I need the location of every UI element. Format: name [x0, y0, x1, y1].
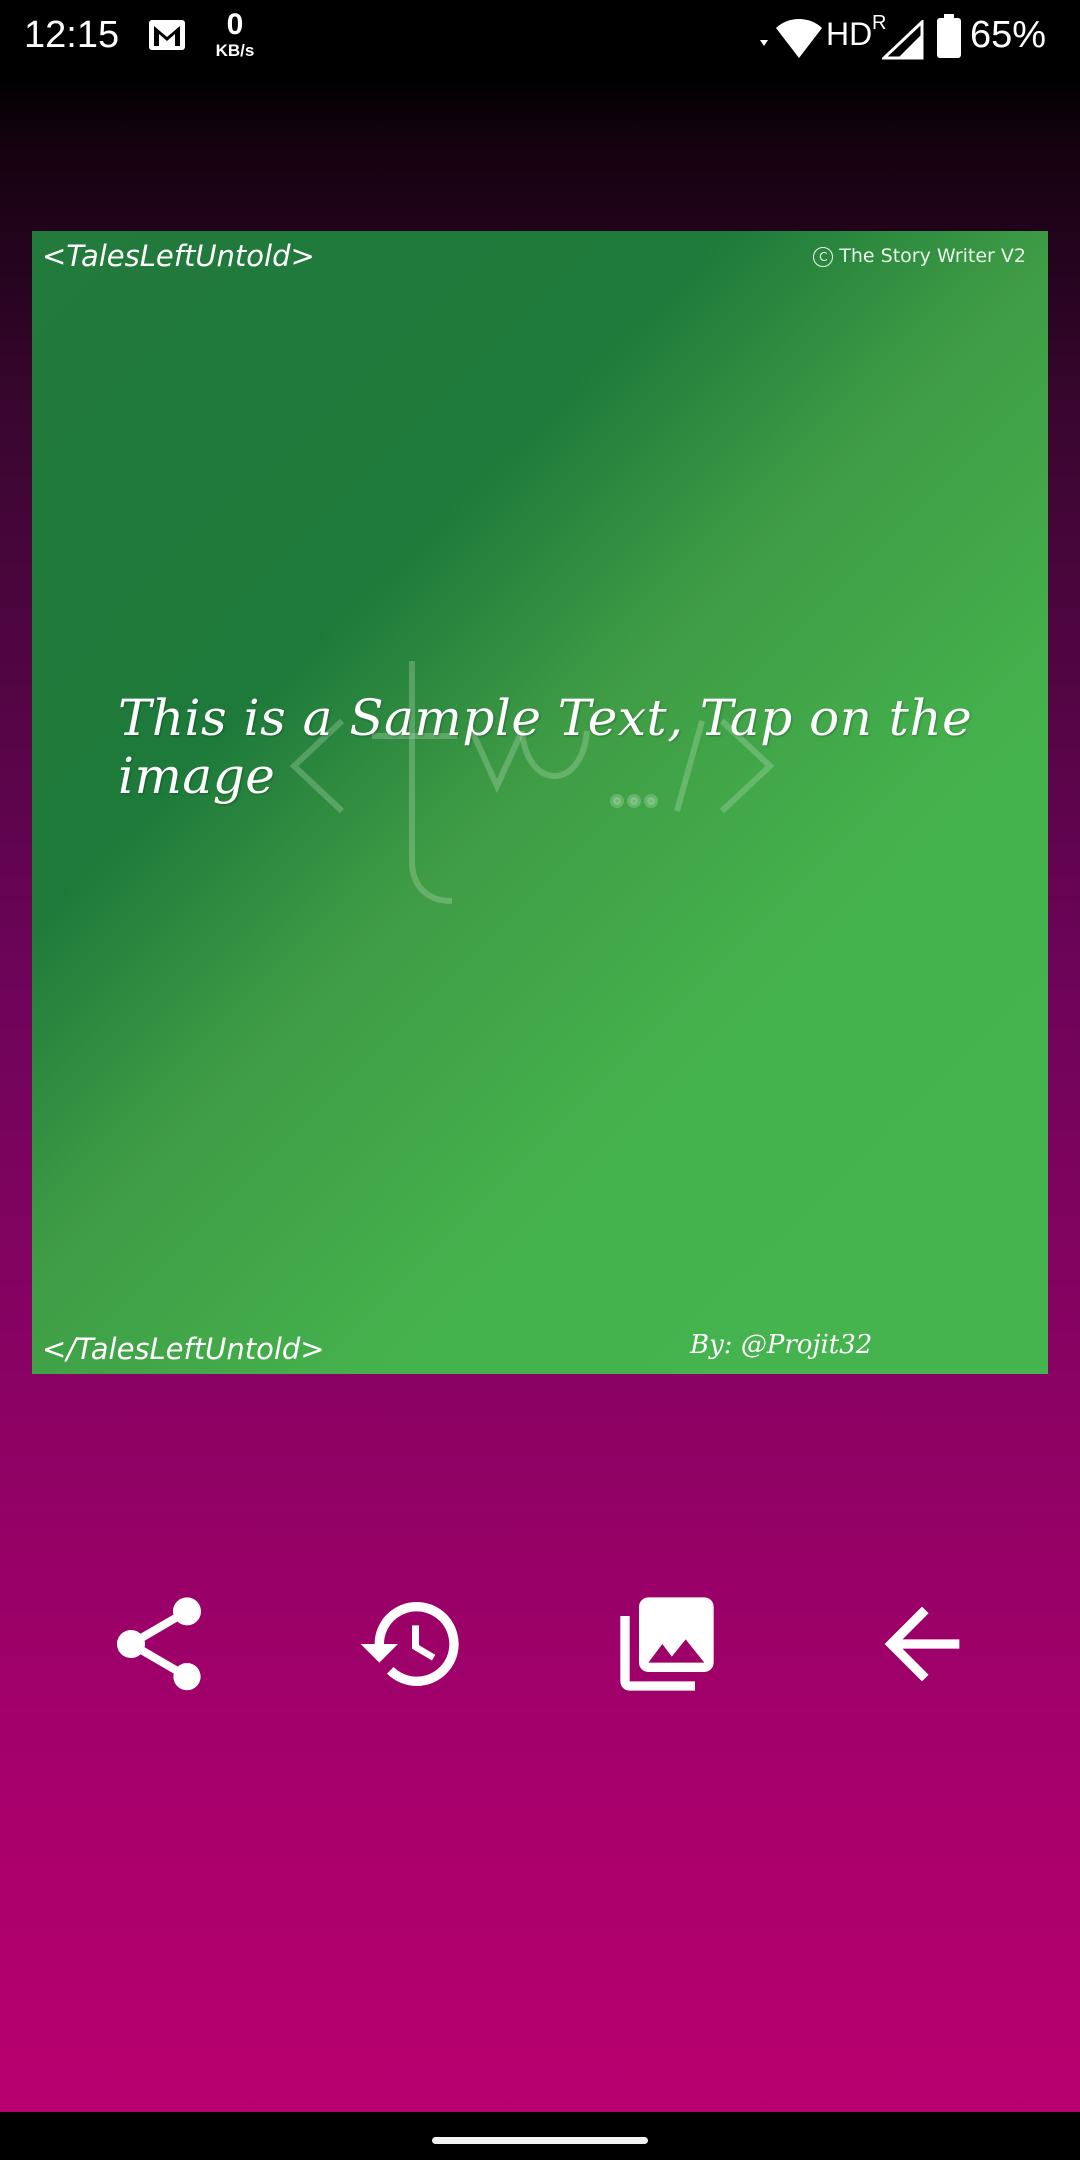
- back-button[interactable]: [866, 1588, 978, 1700]
- arrow-left-icon: [884, 1606, 960, 1682]
- gallery-button[interactable]: [611, 1588, 723, 1700]
- history-button[interactable]: [356, 1588, 468, 1700]
- battery-icon: [936, 14, 962, 63]
- navigation-bar: [0, 2112, 1080, 2160]
- tag-top: <TalesLeftUntold>: [42, 239, 315, 273]
- battery-percent: 65%: [970, 14, 1047, 56]
- home-handle[interactable]: [432, 2137, 648, 2144]
- speed-unit: KB/s: [215, 41, 255, 60]
- copyright: C The Story Writer V2: [813, 245, 1026, 267]
- wifi-icon: [758, 18, 826, 67]
- status-bar: 12:15 0 KB/s HD R 65%: [0, 0, 1080, 72]
- network-speed: 0 KB/s: [210, 8, 260, 60]
- share-icon: [117, 1597, 201, 1691]
- signal-icon: [880, 18, 924, 65]
- copyright-text: The Story Writer V2: [839, 245, 1026, 267]
- status-right: HD R 65%: [758, 12, 1058, 60]
- tag-bottom: </TalesLeftUntold>: [42, 1332, 325, 1366]
- speed-value: 0: [226, 8, 244, 41]
- sample-text[interactable]: This is a Sample Text, Tap on the image: [118, 689, 1048, 805]
- share-button[interactable]: [103, 1588, 215, 1700]
- history-icon: [360, 1602, 459, 1686]
- gallery-icon: [620, 1597, 714, 1691]
- copyright-icon: C: [813, 247, 834, 267]
- gmail-icon: [148, 18, 186, 57]
- network-type: HD: [826, 16, 873, 52]
- author-credit: By: @Projit32: [690, 1330, 873, 1360]
- status-time: 12:15: [24, 14, 120, 56]
- story-image[interactable]: <TalesLeftUntold> C The Story Writer V2 T…: [32, 231, 1048, 1374]
